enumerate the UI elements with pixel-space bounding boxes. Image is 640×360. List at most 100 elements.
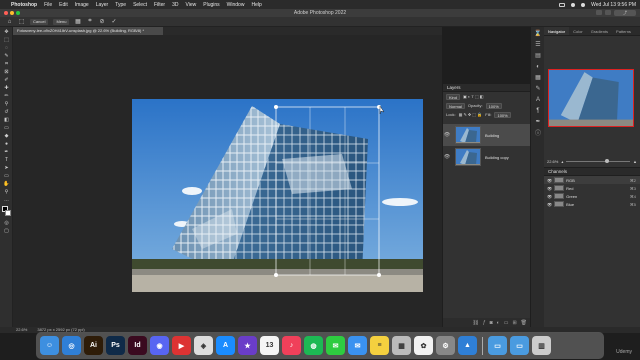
zoom-slider[interactable] — [566, 158, 631, 163]
new-layer-icon[interactable]: ⊞ — [512, 320, 516, 326]
search-icon[interactable] — [596, 10, 602, 15]
dock-unity-icon[interactable]: ◈ — [194, 336, 213, 355]
wifi-icon[interactable] — [571, 2, 576, 7]
document-canvas-image[interactable] — [132, 99, 423, 292]
tab-patterns[interactable]: Patterns — [612, 27, 635, 35]
layer-row-building-copy[interactable]: 👁 Building copy — [443, 146, 531, 168]
workspace-icon[interactable] — [605, 10, 611, 15]
paragraph-panel-icon[interactable]: ¶ — [533, 106, 543, 115]
tab-gradients[interactable]: Gradients — [587, 27, 612, 35]
quick-select-tool-icon[interactable]: ✎ — [2, 52, 11, 59]
transform-tool-icon[interactable]: ⬚ — [18, 18, 25, 25]
navigator-preview[interactable] — [548, 69, 634, 127]
history-brush-tool-icon[interactable]: ↺ — [2, 108, 11, 115]
channel-row-rgb[interactable]: 👁 RGB ⌘2 — [544, 176, 640, 184]
battery-icon[interactable] — [559, 2, 566, 7]
info-panel-icon[interactable]: ⓘ — [533, 128, 543, 137]
crop-tool-icon[interactable]: ⌗ — [2, 60, 11, 67]
opacity-field[interactable]: 100% — [485, 102, 502, 109]
dock-keynote-icon[interactable]: ▲ — [458, 336, 477, 355]
zoom-tool-icon[interactable]: ⚲ — [2, 188, 11, 195]
swatches-panel-icon[interactable]: ▦ — [533, 73, 543, 82]
grid-icon[interactable]: ▦ — [74, 18, 81, 25]
channel-row-blue[interactable]: 👁 Blue ⌘5 — [544, 200, 640, 208]
paths-panel-icon[interactable]: ✒ — [533, 117, 543, 126]
dock-photos-icon[interactable]: ✿ — [414, 336, 433, 355]
add-mask-icon[interactable]: ◙ — [490, 320, 493, 326]
menu-app-name[interactable]: Photoshop — [11, 2, 37, 8]
history-panel-icon[interactable]: ⌛ — [533, 29, 543, 38]
clone-stamp-tool-icon[interactable]: ⚲ — [2, 100, 11, 107]
link-layers-icon[interactable]: ⛓ — [473, 320, 479, 326]
new-group-icon[interactable]: ▭ — [504, 320, 509, 326]
menu-layer[interactable]: Layer — [96, 2, 109, 8]
fill-field[interactable]: 100% — [494, 111, 511, 118]
status-zoom[interactable]: 22.6% — [16, 327, 27, 333]
eyedropper-tool-icon[interactable]: ✐ — [2, 76, 11, 83]
dock-calendar-icon[interactable]: 13 — [260, 336, 279, 355]
lasso-tool-icon[interactable]: ◌ — [2, 44, 11, 51]
menu-button[interactable]: Menu — [53, 18, 70, 25]
channel-row-green[interactable]: 👁 Green ⌘4 — [544, 192, 640, 200]
dodge-tool-icon[interactable]: ● — [2, 140, 11, 147]
dock-downloads-icon[interactable]: ▭ — [510, 336, 529, 355]
marquee-tool-icon[interactable]: ⬚ — [2, 36, 11, 43]
eraser-tool-icon[interactable]: ◧ — [2, 116, 11, 123]
commit-check-icon[interactable]: ✓ — [110, 18, 117, 25]
dock-system-preferences-icon[interactable]: ⚙ — [436, 336, 455, 355]
delete-layer-icon[interactable]: 🗑 — [521, 320, 527, 326]
dock-discord-icon[interactable]: ◉ — [150, 336, 169, 355]
dock-trash-icon[interactable]: ▥ — [532, 336, 551, 355]
rectangle-tool-icon[interactable]: ▭ — [2, 172, 11, 179]
minimize-window-button[interactable] — [10, 11, 14, 15]
visibility-eye-icon[interactable]: 👁 — [547, 178, 552, 183]
visibility-eye-icon[interactable]: 👁 — [547, 186, 552, 191]
menu-select[interactable]: Select — [133, 2, 147, 8]
document-tab[interactable]: Fotosveny-lee-o9xZ0H41IbV-unsplash.jpg @… — [13, 27, 163, 35]
dock-safari-icon[interactable]: ◎ — [62, 336, 81, 355]
character-panel-icon[interactable]: A — [533, 95, 543, 104]
dock-screen-recorder-icon[interactable]: ▶ — [172, 336, 191, 355]
transform-bounding-box[interactable] — [132, 99, 423, 292]
layer-kind-filter[interactable]: Kind — [446, 93, 461, 100]
channel-row-red[interactable]: 👁 Red ⌘3 — [544, 184, 640, 192]
dock-messages-icon[interactable]: ✉ — [326, 336, 345, 355]
control-center-icon[interactable] — [581, 2, 586, 7]
visibility-eye-icon[interactable]: 👁 — [443, 154, 451, 160]
brush-settings-panel-icon[interactable]: ✎ — [533, 84, 543, 93]
pen-tool-icon[interactable]: ✒ — [2, 148, 11, 155]
fx-icon[interactable]: ƒ — [483, 320, 486, 326]
menu-view[interactable]: View — [186, 2, 197, 8]
menu-type[interactable]: Type — [115, 2, 126, 8]
menu-file[interactable]: File — [44, 2, 52, 8]
menu-image[interactable]: Image — [75, 2, 89, 8]
cancel-icon[interactable]: ⊘ — [98, 18, 105, 25]
hand-tool-icon[interactable]: ✋ — [2, 180, 11, 187]
dock-photoshop-icon[interactable]: Ps — [106, 336, 125, 355]
layer-name[interactable]: Building copy — [485, 155, 509, 160]
dock-indesign-icon[interactable]: Id — [128, 336, 147, 355]
zoom-window-button[interactable] — [16, 11, 20, 15]
menu-help[interactable]: Help — [251, 2, 261, 8]
more-tools-icon[interactable]: … — [2, 196, 11, 203]
menu-3d[interactable]: 3D — [172, 2, 178, 8]
lock-icons[interactable]: ▦ ✎ ✥ ⬚ 🔒 — [459, 112, 483, 117]
type-tool-icon[interactable]: T — [2, 156, 11, 163]
path-selection-tool-icon[interactable]: ➤ — [2, 164, 11, 171]
visibility-eye-icon[interactable]: 👁 — [443, 132, 451, 138]
move-tool-icon[interactable]: ✥ — [2, 28, 11, 35]
dock-folder-icon[interactable]: ▭ — [488, 336, 507, 355]
dock-spotify-icon[interactable]: ◍ — [304, 336, 323, 355]
menu-edit[interactable]: Edit — [59, 2, 68, 8]
adjustment-layer-icon[interactable]: ◐ — [497, 320, 500, 326]
warp-icon[interactable]: ⌗ — [86, 18, 93, 25]
dock-app-store-icon[interactable]: A — [216, 336, 235, 355]
properties-panel-icon[interactable]: ☰ — [533, 40, 543, 49]
dock-notes-icon[interactable]: ≡ — [370, 336, 389, 355]
quick-mask-icon[interactable]: ◎ — [2, 219, 11, 226]
dock-mail-icon[interactable]: ✉ — [348, 336, 367, 355]
adjustments-panel-icon[interactable]: ◐ — [533, 62, 543, 71]
zoom-slider-knob[interactable] — [604, 158, 609, 163]
zoom-out-icon[interactable]: ▴ — [561, 159, 563, 164]
filter-icons[interactable]: ▣ ◐ T ⬚ ◧ — [463, 94, 484, 99]
